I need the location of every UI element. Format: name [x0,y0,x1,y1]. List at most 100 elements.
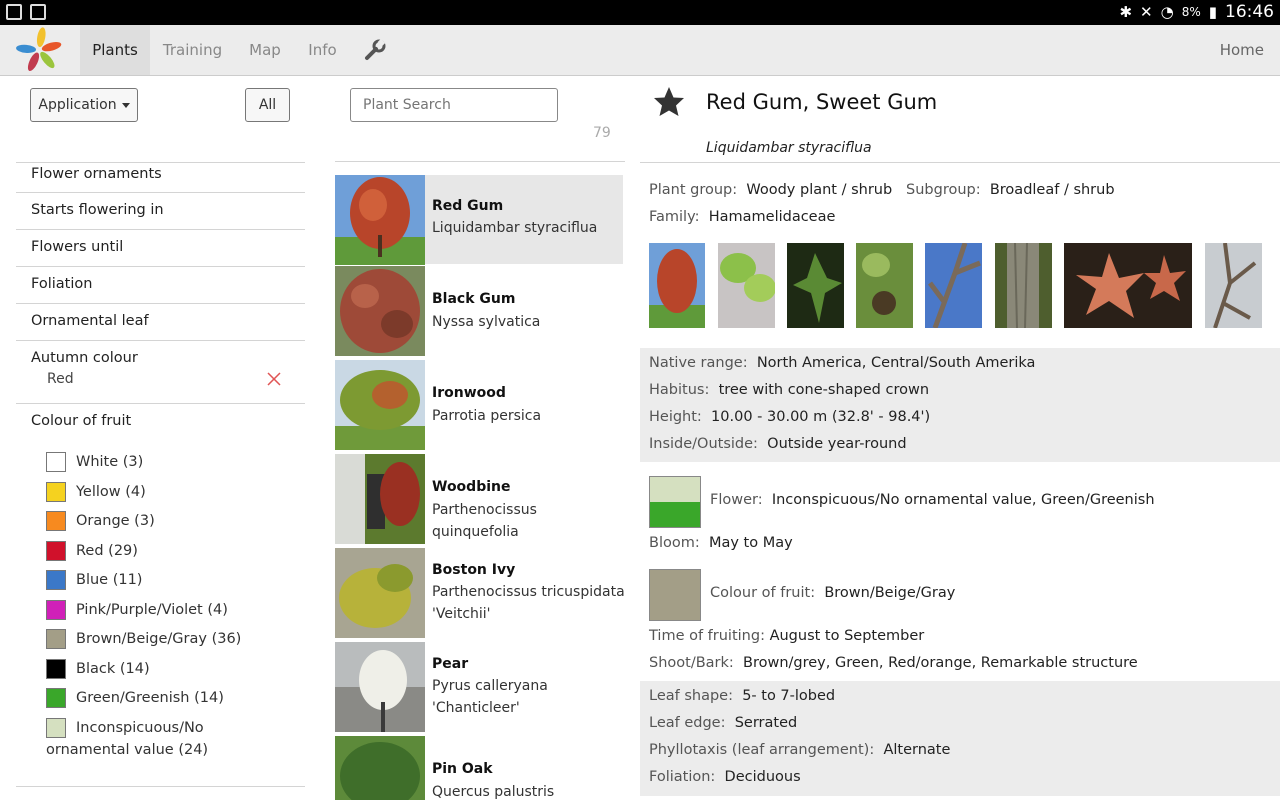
color-swatch [46,718,66,738]
filter-ornamental-leaf[interactable]: Ornamental leaf [16,303,305,340]
flower-color-bottom [650,502,700,527]
application-dropdown[interactable]: Application [30,88,138,122]
filter-label: Autumn colour [31,350,138,366]
option-label: Yellow (4) [76,484,146,500]
flower-color-box [649,476,701,528]
plant-list-item[interactable]: Black Gum Nyssa sylvatica [335,266,623,356]
plant-thumbnail [335,548,425,638]
plant-name: Red Gum [432,198,504,214]
plant-photo[interactable] [1064,243,1192,328]
fruit-colour-option[interactable]: Orange (3) [46,511,155,531]
plant-latin-name: Pyrus calleryana 'Chanticleer' [432,678,548,716]
gallery-icon [30,4,46,20]
application-label: Application [38,97,117,113]
fruit-colour-option[interactable]: Brown/Beige/Gray (36) [46,629,241,649]
plant-name: Pear [432,656,469,672]
filter-label: Colour of fruit [31,413,132,429]
tab-info[interactable]: Info [300,25,345,75]
clear-icon[interactable] [266,371,282,387]
color-swatch [46,659,66,679]
home-link[interactable]: Home [1220,25,1264,75]
plant-thumbnail [335,736,425,800]
filter-foliation[interactable]: Foliation [16,266,305,303]
fruit-colour-option[interactable]: Pink/Purple/Violet (4) [46,600,228,620]
plant-latin-name: Parthenocissus quinquefolia [432,502,537,540]
plant-latin-name: Quercus palustris [432,784,555,800]
plant-latin-name: Parrotia persica [432,408,542,424]
fruit-colour-row: Colour of fruit: Brown/Beige/Gray [710,585,956,601]
plant-list-item[interactable]: Pear Pyrus calleryana 'Chanticleer' [335,642,623,732]
fruit-colour-option[interactable]: Black (14) [46,659,150,679]
family-row: Family: Hamamelidaceae [649,209,836,225]
option-label: Red (29) [76,543,138,559]
plant-latin: Liquidambar styraciflua [706,140,872,156]
bluetooth-icon: ✱ [1119,3,1133,21]
plant-photo[interactable] [1205,243,1262,328]
plant-list-item[interactable]: Ironwood Parrotia persica [335,360,623,450]
color-swatch [46,482,66,502]
fruit-colour-option[interactable]: Inconspicuous/No ornamental value (24) [46,718,208,762]
app-logo-icon [16,27,62,72]
plant-name: Woodbine [432,479,511,495]
filter-label: Flower ornaments [31,166,162,182]
plant-photo[interactable] [995,243,1052,328]
favorite-star-icon[interactable] [652,85,686,119]
fruit-colour-option[interactable]: Red (29) [46,541,138,561]
plant-name: Black Gum [432,291,516,307]
filter-starts-flowering[interactable]: Starts flowering in [16,192,305,229]
color-swatch [46,688,66,708]
all-button[interactable]: All [245,88,290,122]
plant-photo[interactable] [856,243,913,328]
plant-photo[interactable] [649,243,705,328]
filter-flowers-until[interactable]: Flowers until [16,229,305,266]
plant-name: Ironwood [432,385,506,401]
caret-down-icon [121,102,130,108]
autumn-selected-value: Red [47,371,74,387]
tab-map[interactable]: Map [240,25,290,75]
filter-label: Starts flowering in [31,202,164,218]
tab-plants[interactable]: Plants [80,25,150,75]
color-swatch [46,600,66,620]
battery-icon: ▮ [1208,3,1217,21]
option-label: Green/Greenish (14) [76,690,224,706]
wifi-icon: ◔ [1160,3,1174,21]
color-swatch [46,629,66,649]
option-label: Blue (11) [76,572,143,588]
plant-search-input[interactable] [350,88,558,122]
color-swatch [46,452,66,472]
plant-photo[interactable] [787,243,844,328]
wrench-icon[interactable] [362,37,388,63]
plant-list-item[interactable]: Red Gum Liquidambar styraciflua [335,175,623,265]
option-label: Orange (3) [76,513,155,529]
fruit-color-box [649,569,701,621]
plant-list-item[interactable]: Pin Oak Quercus palustris [335,736,623,800]
plant-thumbnail [335,360,425,450]
option-label: Black (14) [76,661,150,677]
tab-training[interactable]: Training [155,25,230,75]
plant-list-item[interactable]: Woodbine Parthenocissus quinquefolia [335,454,623,544]
filter-label: Flowers until [31,239,124,255]
plant-thumbnail [335,454,425,544]
plant-thumbnail [335,175,425,265]
foliation-row: Foliation: Deciduous [649,769,801,785]
plant-title: Red Gum, Sweet Gum [706,90,938,114]
fruit-colour-option[interactable]: White (3) [46,452,143,472]
fruit-colour-option[interactable]: Blue (11) [46,570,142,590]
plant-thumbnail [335,266,425,356]
fruit-colour-option[interactable]: Green/Greenish (14) [46,688,224,708]
fruit-colour-option[interactable]: Yellow (4) [46,482,146,502]
option-label: Inconspicuous/No ornamental value (24) [46,720,209,758]
divider [640,162,1280,163]
plant-list-item[interactable]: Boston Ivy Parthenocissus tricuspidata '… [335,548,625,638]
option-label: Pink/Purple/Violet (4) [76,602,228,618]
filter-autumn-colour[interactable]: Autumn colour Red [16,340,305,403]
plant-name: Boston Ivy [432,562,516,578]
battery-level: 8% [1181,5,1201,19]
plant-photo[interactable] [718,243,775,328]
plant-group-row: Plant group: Woody plant / shrub Subgrou… [649,182,1115,198]
plant-photo[interactable] [925,243,982,328]
plant-latin-name: Parthenocissus tricuspidata 'Veitchii' [432,584,625,622]
filter-label: Ornamental leaf [31,313,149,329]
plant-name: Pin Oak [432,761,493,777]
habitus-row: Habitus: tree with cone-shaped crown [649,382,930,398]
